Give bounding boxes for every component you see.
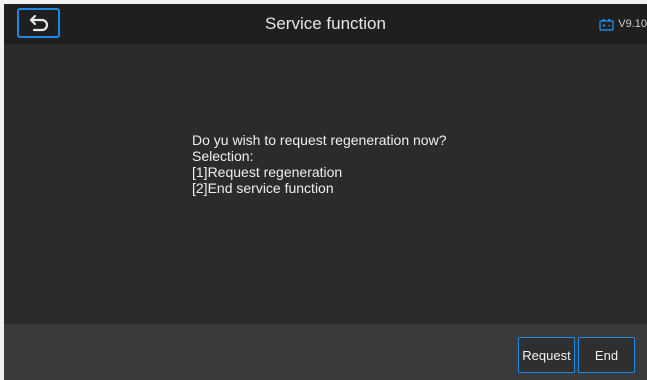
dialog-message: Do yu wish to request regeneration now? … <box>192 132 446 196</box>
message-area: Do yu wish to request regeneration now? … <box>4 44 647 324</box>
message-line-option-2: [2]End service function <box>192 180 334 196</box>
version-label: V9.10 <box>618 18 647 30</box>
end-button[interactable]: End <box>578 337 635 373</box>
message-line-question: Do yu wish to request regeneration now? <box>192 132 447 148</box>
request-button[interactable]: Request <box>518 337 575 373</box>
battery-icon <box>599 18 614 31</box>
header-bar: Service function V9.10 <box>4 4 647 44</box>
message-line-selection: Selection: <box>192 148 254 164</box>
app-screen: Service function V9.10 Do yu wish to req… <box>4 4 647 380</box>
page-title: Service function <box>265 14 386 33</box>
version-indicator: V9.10 <box>599 4 647 44</box>
message-line-option-1: [1]Request regeneration <box>192 164 343 180</box>
footer-bar: Request End <box>4 324 647 380</box>
